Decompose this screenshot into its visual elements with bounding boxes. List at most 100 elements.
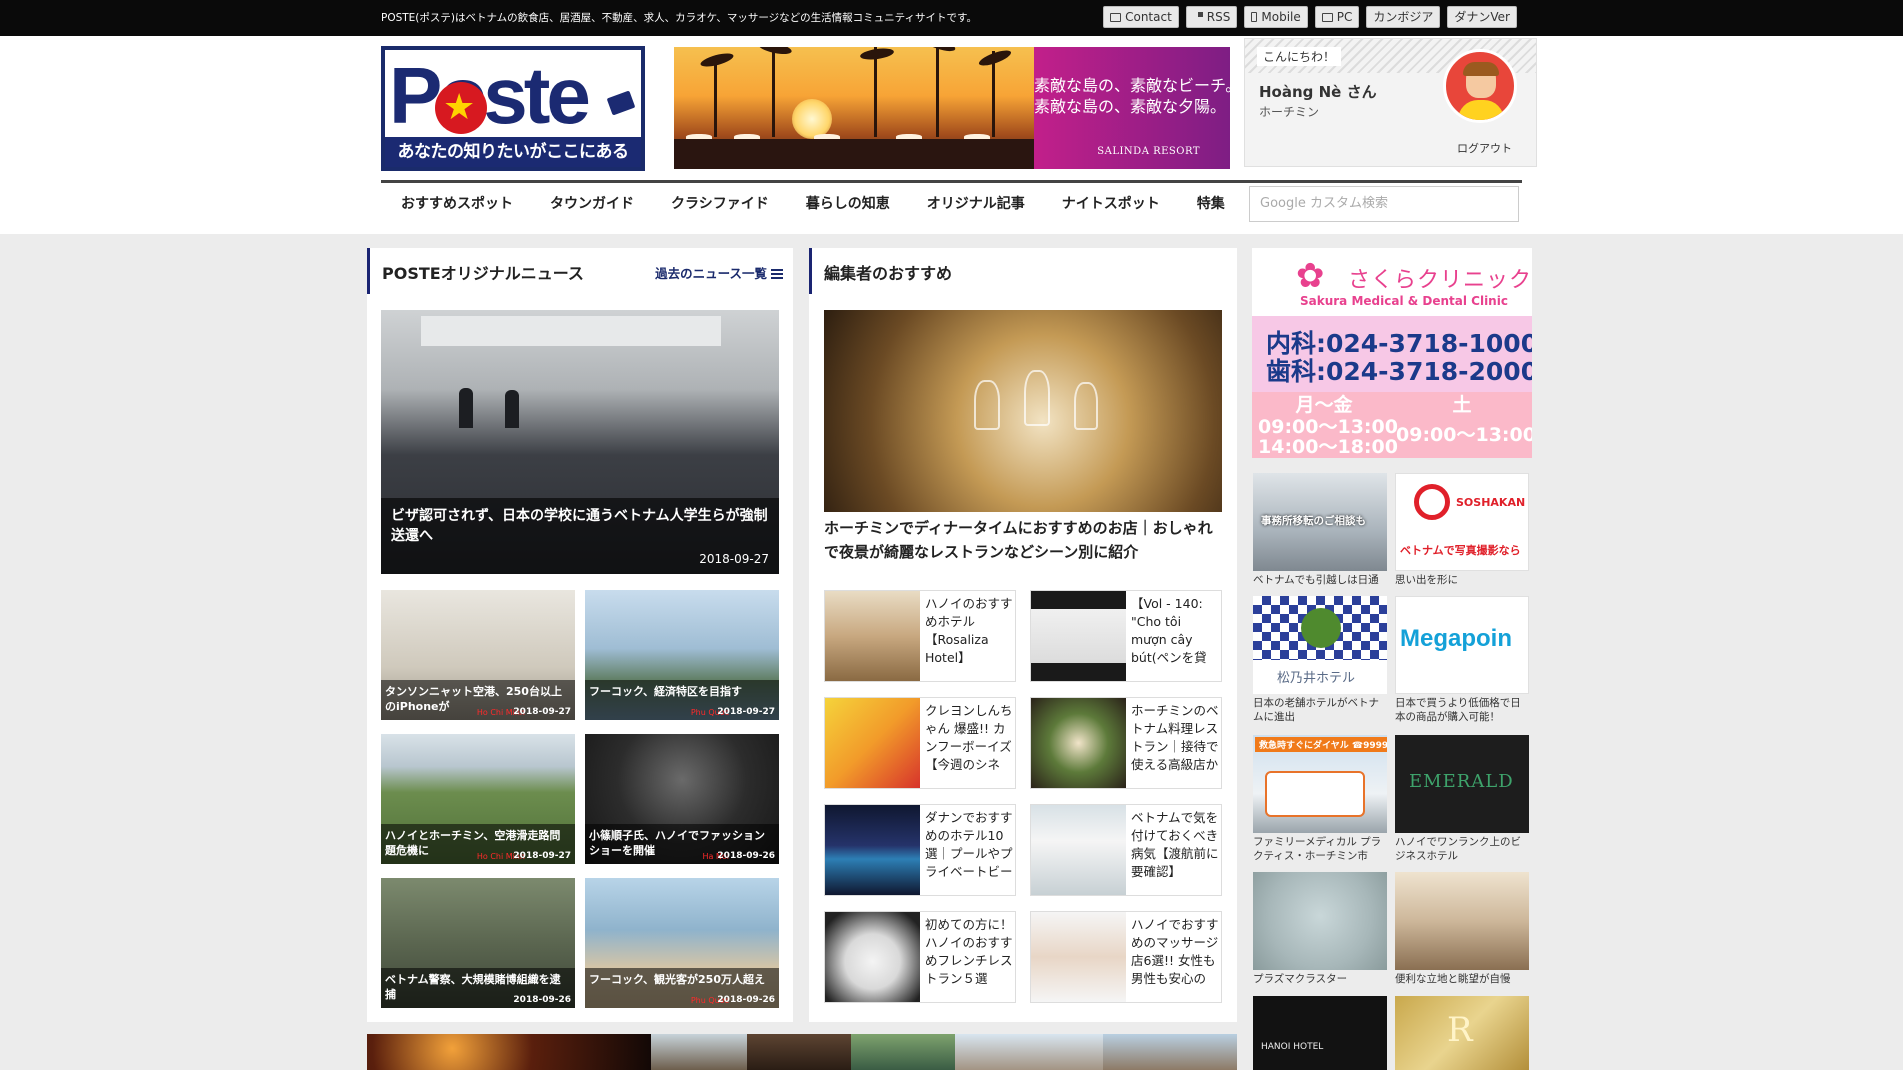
sidebar-ad[interactable]: Megapoin 日本で買うより低価格で日本の商品が購入可能！ [1395, 596, 1529, 724]
danang-link[interactable]: ダナンVer [1447, 6, 1517, 28]
editor-card[interactable]: 【Vol - 140: "Cho tôi mượn cây bút(ペンを貸 [1030, 590, 1222, 682]
sidebar-ad-image-text: 松乃井ホテル [1277, 671, 1356, 686]
news-item-date: 2018-09-27 [513, 707, 571, 717]
nav-night-spots[interactable]: ナイトスポット [1042, 184, 1177, 224]
strip-photo[interactable] [851, 1034, 955, 1070]
sidebar-ad-image [1395, 872, 1529, 970]
sidebar-ad-label: 日本で買うより低価格で日本の商品が購入可能！ [1395, 697, 1521, 723]
wine-glass [974, 380, 1000, 430]
news-item[interactable]: 小篠順子氏、ハノイでファッションショーを開催 Ha Noi 2018-09-26 [585, 734, 779, 864]
sakura-weekday-hours-am: 09:00〜13:00 [1258, 416, 1398, 438]
avatar-body [1458, 100, 1504, 120]
palm-tree [874, 47, 877, 137]
editor-card[interactable]: ハノイのおすすめホテル【Rosaliza Hotel】 [824, 590, 1016, 682]
editor-card[interactable]: クレヨンしんちゃん 爆盛!! カンフーボーイズ【今週のシネ [824, 697, 1016, 789]
news-item-caption: フーコック、経済特区を目指す Phu Quoc 2018-09-27 [585, 680, 779, 720]
palm-frond [859, 47, 895, 62]
wine-glass [1074, 382, 1098, 430]
site-logo[interactable]: Poste ★ あなたの知りたいがここにある [381, 46, 645, 171]
strip-photo[interactable] [1103, 1034, 1237, 1070]
sakura-clinic-ad[interactable]: ✿ さくらクリニック Sakura Medical & Dental Clini… [1252, 248, 1532, 458]
bottom-photo-strip [367, 1034, 1237, 1070]
editor-card-title: ベトナムで気を付けておくべき病気【渡航前に要確認】 [1131, 810, 1219, 879]
sidebar-ad-image: 松乃井ホテル [1253, 596, 1387, 694]
sidebar-ad[interactable]: プラズマクラスター [1253, 872, 1387, 1000]
news-item[interactable]: タンソンニャット空港、250台以上のiPhoneが Ho Chi Minh 20… [381, 590, 575, 720]
sidebar-ad[interactable]: SOSHAKAN ベトナムで写真撮影なら 思い出を形に [1395, 473, 1529, 601]
strip-photo[interactable] [955, 1034, 1103, 1070]
editor-featured-title[interactable]: ホーチミンでディナータイムにおすすめのお店｜おしゃれで夜景が綺麗なレストランなど… [824, 516, 1222, 564]
cambodia-link[interactable]: カンボジア [1366, 6, 1441, 28]
sidebar-ad-image: HANOI HOTEL [1253, 996, 1387, 1070]
sakura-name-en: Sakura Medical & Dental Clinic [1300, 294, 1508, 308]
sidebar-ad-image: SOSHAKAN ベトナムで写真撮影なら [1395, 473, 1529, 571]
sidebar-ad[interactable]: R [1395, 996, 1529, 1070]
editor-featured-image[interactable] [824, 310, 1222, 512]
editor-card-title: ダナンでおすすめのホテル10選｜プールやプライベートビー [925, 810, 1013, 879]
greeting: こんにちわ！ [1257, 47, 1342, 66]
strip-photo[interactable] [651, 1034, 747, 1070]
editor-card-title: 【Vol - 140: "Cho tôi mượn cây bút(ペンを貸 [1131, 596, 1207, 665]
banner-copy-line2: 素敵な島の、素敵な夕陽。 [1034, 97, 1227, 116]
nav-recommended-spots[interactable]: おすすめスポット [381, 184, 530, 224]
sakura-header: ✿ さくらクリニック Sakura Medical & Dental Clini… [1252, 248, 1532, 316]
news-item[interactable]: ベトナム警察、大規模賭博組織を逮捕 2018-09-26 [381, 878, 575, 1008]
sidebar-ad[interactable]: EMERALD ハノイでワンランク上のビジネスホテル [1395, 735, 1529, 863]
news-featured-title: ビザ認可されず、日本の学校に通うベトナム人学生らが強制送還へ [391, 508, 768, 544]
editor-card[interactable]: ダナンでおすすめのホテル10選｜プールやプライベートビー [824, 804, 1016, 896]
nav-classified[interactable]: クラシファイド [651, 184, 786, 224]
editor-card-image [825, 698, 920, 788]
logout-link[interactable]: ログアウト [1457, 140, 1512, 156]
pc-link[interactable]: PC [1314, 6, 1360, 28]
sidebar-ad[interactable]: 松乃井ホテル 日本の老舗ホテルがベトナムに進出 [1253, 596, 1387, 724]
nav-town-guide[interactable]: タウンガイド [530, 184, 651, 224]
news-item-caption: フーコック、観光客が250万人超え Phu Quoc 2018-09-26 [585, 968, 779, 1008]
editor-card[interactable]: ホーチミンのベトナム料理レストラン｜接待で使える高級店か [1030, 697, 1222, 789]
news-item[interactable]: ハノイとホーチミン、空港滑走路問題危機に Ho Chi Minh 2018-09… [381, 734, 575, 864]
user-box: こんにちわ！ Hoàng Nè さん ホーチミン ログアウト [1244, 38, 1537, 167]
avatar-hair [1463, 62, 1499, 76]
sidebar-ad[interactable]: HANOI HOTEL [1253, 996, 1387, 1070]
contact-link-label: Contact [1125, 10, 1172, 24]
editor-card-title: ハノイのおすすめホテル【Rosaliza Hotel】 [925, 596, 1013, 665]
sidebar-ad[interactable]: 便利な立地と眺望が自慢 [1395, 872, 1529, 1000]
rss-icon [1192, 12, 1203, 22]
avatar[interactable] [1443, 49, 1517, 123]
sakura-name-jp: さくらクリニック [1348, 268, 1532, 293]
contact-link[interactable]: Contact [1103, 6, 1179, 28]
sidebar-ad-image-text: 救急時すぐにダイヤル ☎9999 [1255, 737, 1387, 752]
top-links: Contact RSS Mobile PC カンボジア ダナンVer [1103, 6, 1517, 28]
user-name: Hoàng Nè さん [1259, 83, 1377, 101]
room-wall [421, 316, 721, 346]
editor-card[interactable]: 初めての方に！ハノイのおすすめフレンチレストラン５選 [824, 911, 1016, 1003]
strip-photo[interactable] [367, 1034, 651, 1070]
nav-features[interactable]: 特集 [1177, 184, 1242, 224]
mobile-link[interactable]: Mobile [1244, 6, 1308, 28]
editor-card-image [825, 591, 920, 681]
palm-frond [921, 47, 957, 55]
editor-card-image [1031, 805, 1126, 895]
nav-living-tips[interactable]: 暮らしの知恵 [786, 184, 907, 224]
news-archive-link[interactable]: 過去のニュース一覧 [655, 263, 783, 282]
editor-card[interactable]: ハノイでおすすめのマッサージ店6選!! 女性も男性も安心の [1030, 911, 1222, 1003]
strip-photo[interactable] [747, 1034, 851, 1070]
news-featured-date: 2018-09-27 [699, 552, 769, 566]
danang-link-label: ダナンVer [1454, 10, 1510, 24]
search-input[interactable]: Google カスタム検索 [1249, 186, 1519, 222]
speaker-figure [459, 388, 473, 428]
sidebar-ad[interactable]: 事務所移転のご相談も ベトナムでも引越しは日通 [1253, 473, 1387, 601]
news-panel-title: POSTEオリジナルニュース [382, 264, 584, 283]
header-banner-ad[interactable]: 素敵な島の、素敵なビーチ。 素敵な島の、素敵な夕陽。 SALINDA RESOR… [674, 47, 1230, 169]
sidebar-ad-image: 事務所移転のご相談も [1253, 473, 1387, 571]
rss-link[interactable]: RSS [1185, 6, 1238, 28]
nav-original-articles[interactable]: オリジナル記事 [907, 184, 1042, 224]
user-city: ホーチミン [1259, 105, 1320, 119]
editor-card[interactable]: ベトナムで気を付けておくべき病気【渡航前に要確認】 [1030, 804, 1222, 896]
news-item[interactable]: フーコック、経済特区を目指す Phu Quoc 2018-09-27 [585, 590, 779, 720]
sidebar-ad-label: 日本の老舗ホテルがベトナムに進出 [1253, 697, 1379, 723]
sidebar-ad[interactable]: 救急時すぐにダイヤル ☎9999 ファミリーメディカル プラクティス・ホーチミン… [1253, 735, 1387, 863]
news-featured[interactable]: ビザ認可されず、日本の学校に通うベトナム人学生らが強制送還へ 2018-09-2… [381, 310, 779, 574]
editor-card-title: ハノイでおすすめのマッサージ店6選!! 女性も男性も安心の [1131, 917, 1219, 986]
news-item[interactable]: フーコック、観光客が250万人超え Phu Quoc 2018-09-26 [585, 878, 779, 1008]
rss-link-label: RSS [1206, 10, 1231, 24]
